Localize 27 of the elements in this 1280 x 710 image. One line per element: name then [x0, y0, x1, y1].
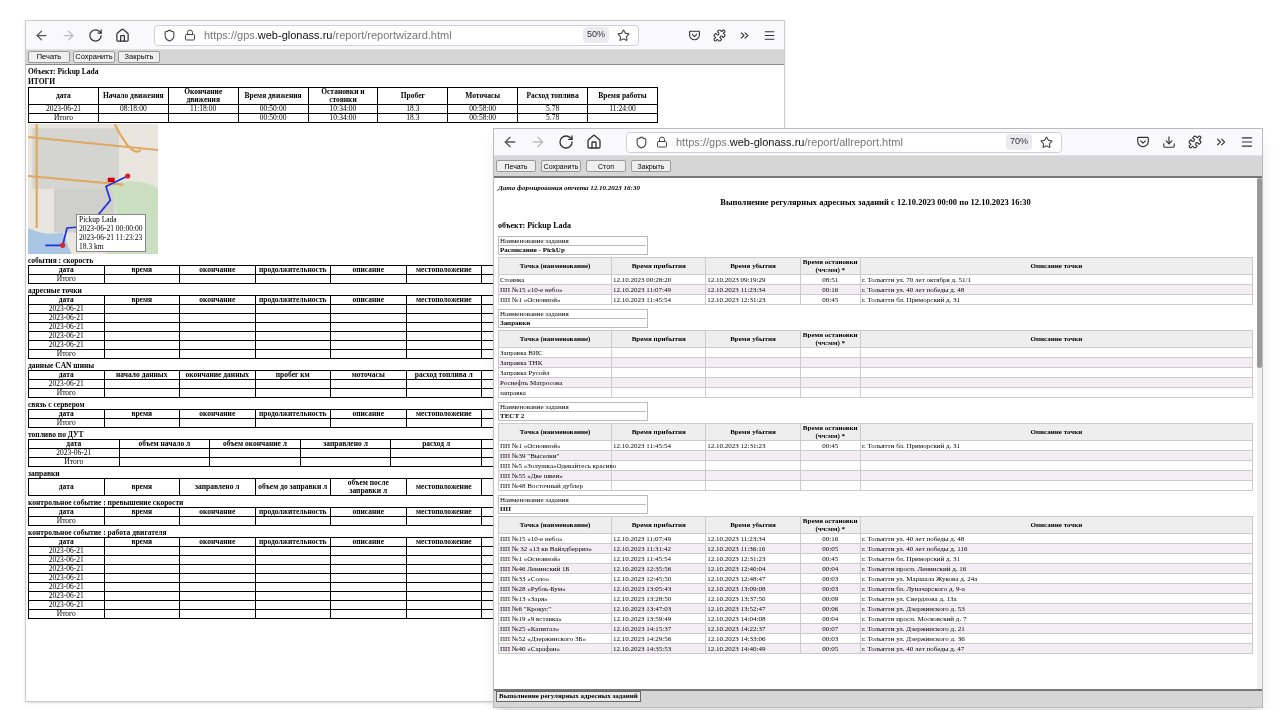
- puzzle-icon[interactable]: [713, 28, 726, 42]
- shield-icon: [635, 135, 648, 149]
- star-icon[interactable]: [1040, 135, 1053, 149]
- home-icon[interactable]: [586, 134, 602, 150]
- reload-icon[interactable]: [88, 27, 103, 43]
- shield-icon: [163, 28, 176, 42]
- lock-icon: [656, 136, 668, 148]
- chevrons-right-icon[interactable]: [1214, 135, 1228, 149]
- url-text: https://gps.web-glonass.ru/report/allreport.html: [676, 134, 903, 150]
- star-icon[interactable]: [617, 28, 630, 42]
- menu-icon[interactable]: [1240, 135, 1254, 149]
- url-text: https://gps.web-glonass.ru/report/reportwizard.html: [204, 27, 452, 43]
- address-bar[interactable]: https://gps.web-glonass.ru/report/reportwizard.html 50%: [154, 24, 639, 46]
- address-bar[interactable]: https://gps.web-glonass.ru/report/allreport.html 70%: [626, 131, 1062, 153]
- home-icon[interactable]: [115, 27, 130, 43]
- scrollbar[interactable]: [1257, 178, 1262, 689]
- puzzle-icon[interactable]: [1188, 135, 1202, 149]
- download-icon[interactable]: [1162, 135, 1176, 149]
- zoom-level[interactable]: 70%: [1006, 134, 1032, 150]
- reload-icon[interactable]: [558, 134, 574, 150]
- pocket-icon[interactable]: [688, 28, 701, 42]
- object-label: объект: Pickup Lada: [498, 220, 571, 233]
- lock-icon: [184, 29, 196, 41]
- report-title: Выполнение регулярных адресных заданий с 12.10.2023 00:00 по 12.10.2023 16:30: [719, 195, 1032, 209]
- menu-icon[interactable]: [763, 28, 776, 42]
- zoom-level[interactable]: 50%: [583, 27, 609, 43]
- pocket-icon[interactable]: [1136, 135, 1150, 149]
